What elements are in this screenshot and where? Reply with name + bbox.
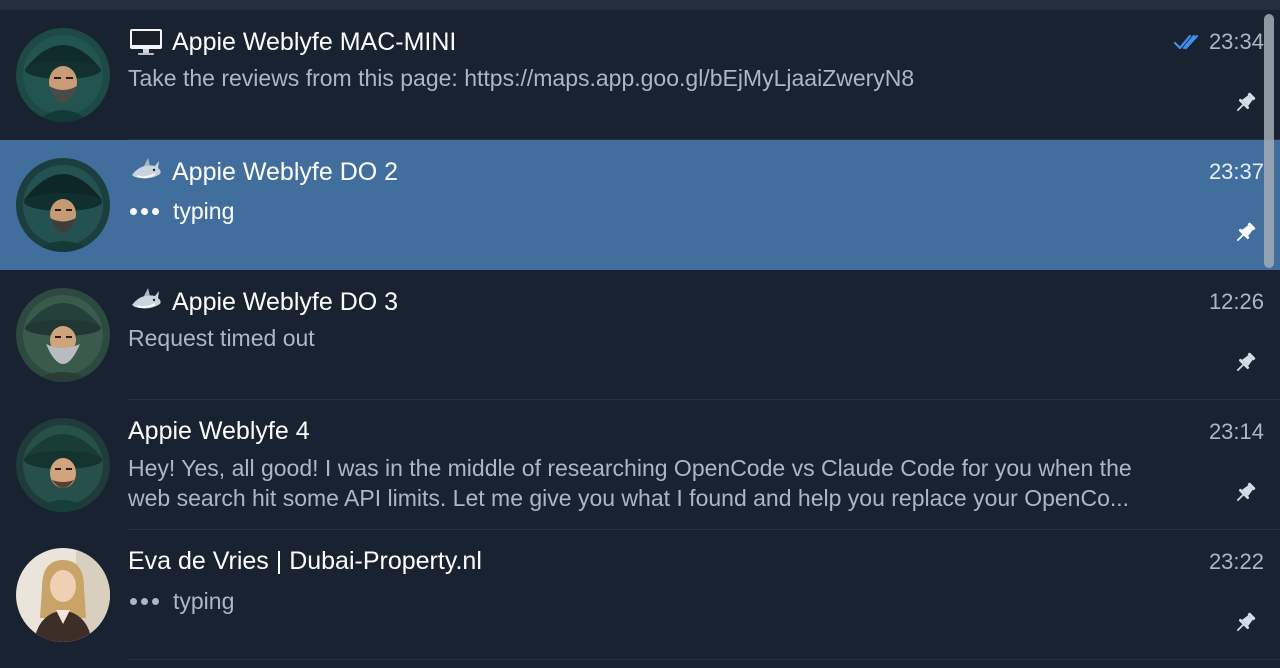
row-divider: [128, 659, 1280, 660]
chat-title: Eva de Vries | Dubai-Property.nl: [128, 547, 482, 576]
chat-title-text: Appie Weblyfe DO 2: [172, 157, 399, 186]
chat-title: Appie Weblyfe DO 3: [128, 287, 398, 317]
chat-title-text: Appie Weblyfe DO 3: [172, 287, 399, 316]
chat-time-text: 12:26: [1208, 289, 1264, 314]
chat-row-appie-4[interactable]: Appie Weblyfe 4 23:14 Hey! Yes, all good…: [0, 400, 1280, 530]
double-check-icon: [1173, 33, 1201, 51]
chat-preview: Request timed out: [128, 323, 1232, 353]
chat-title-text: Appie Weblyfe 4: [128, 417, 310, 445]
typing-text: typing: [173, 588, 235, 614]
wizard-avatar-icon: [16, 28, 110, 122]
chat-preview: Take the reviews from this page: https:/…: [128, 63, 1232, 93]
chat-title: Appie Weblyfe MAC-MINI: [128, 27, 456, 57]
typing-indicator: typing: [130, 198, 234, 225]
chat-preview: Hey! Yes, all good! I was in the middle …: [128, 453, 1232, 513]
top-bar: [0, 0, 1280, 10]
chat-time: 23:37: [1209, 159, 1264, 185]
chat-row-eva-de-vries[interactable]: Eva de Vries | Dubai-Property.nl 23:22 t…: [0, 530, 1280, 660]
shark-icon: [128, 157, 164, 187]
pin-icon: [1236, 612, 1256, 632]
chat-time: 12:26: [1209, 289, 1264, 315]
chat-preview-line: web search hit some API limits. Let me g…: [128, 485, 1130, 511]
chat-preview-line: Request timed out: [128, 325, 315, 351]
chat-title-text: Eva de Vries | Dubai-Property.nl: [128, 547, 482, 575]
typing-indicator: typing: [130, 588, 234, 615]
typing-dots-icon: [130, 598, 159, 605]
avatar: [16, 418, 110, 512]
chat-row-appie-do-2[interactable]: Appie Weblyfe DO 2 23:37 typing: [0, 140, 1280, 270]
desktop-computer-icon: [128, 27, 164, 57]
chat-list: Appie Weblyfe MAC-MINI 23:34 Take the re…: [0, 10, 1280, 660]
avatar: [16, 28, 110, 122]
chat-time: 23:34: [1173, 29, 1264, 55]
avatar: [16, 548, 110, 642]
pin-icon: [1236, 222, 1256, 242]
chat-time: 23:14: [1209, 419, 1264, 445]
chat-time-text: 23:22: [1208, 549, 1264, 574]
avatar: [16, 158, 110, 252]
pin-icon: [1236, 352, 1256, 372]
chat-preview-line: Hey! Yes, all good! I was in the middle …: [128, 455, 1132, 481]
chat-title: Appie Weblyfe 4: [128, 417, 310, 446]
pin-icon: [1236, 92, 1256, 112]
chat-time-text: 23:14: [1208, 419, 1264, 444]
chat-time-text: 23:34: [1208, 29, 1264, 54]
wizard-avatar-icon: [16, 418, 110, 512]
wizard-avatar-icon: [16, 158, 110, 252]
person-avatar-icon: [16, 548, 110, 642]
chat-preview-line: Take the reviews from this page: https:/…: [128, 65, 915, 91]
avatar: [16, 288, 110, 382]
chat-time: 23:22: [1209, 549, 1264, 575]
typing-dots-icon: [130, 208, 159, 215]
chat-title-text: Appie Weblyfe MAC-MINI: [172, 27, 457, 56]
pin-icon: [1236, 482, 1256, 502]
chat-time-text: 23:37: [1208, 159, 1264, 184]
chat-row-appie-mac-mini[interactable]: Appie Weblyfe MAC-MINI 23:34 Take the re…: [0, 10, 1280, 140]
chat-row-appie-do-3[interactable]: Appie Weblyfe DO 3 12:26 Request timed o…: [0, 270, 1280, 400]
wizard-avatar-icon: [16, 288, 110, 382]
chat-title: Appie Weblyfe DO 2: [128, 157, 398, 187]
scrollbar[interactable]: [1264, 14, 1274, 268]
typing-text: typing: [173, 198, 235, 224]
shark-icon: [128, 287, 164, 317]
